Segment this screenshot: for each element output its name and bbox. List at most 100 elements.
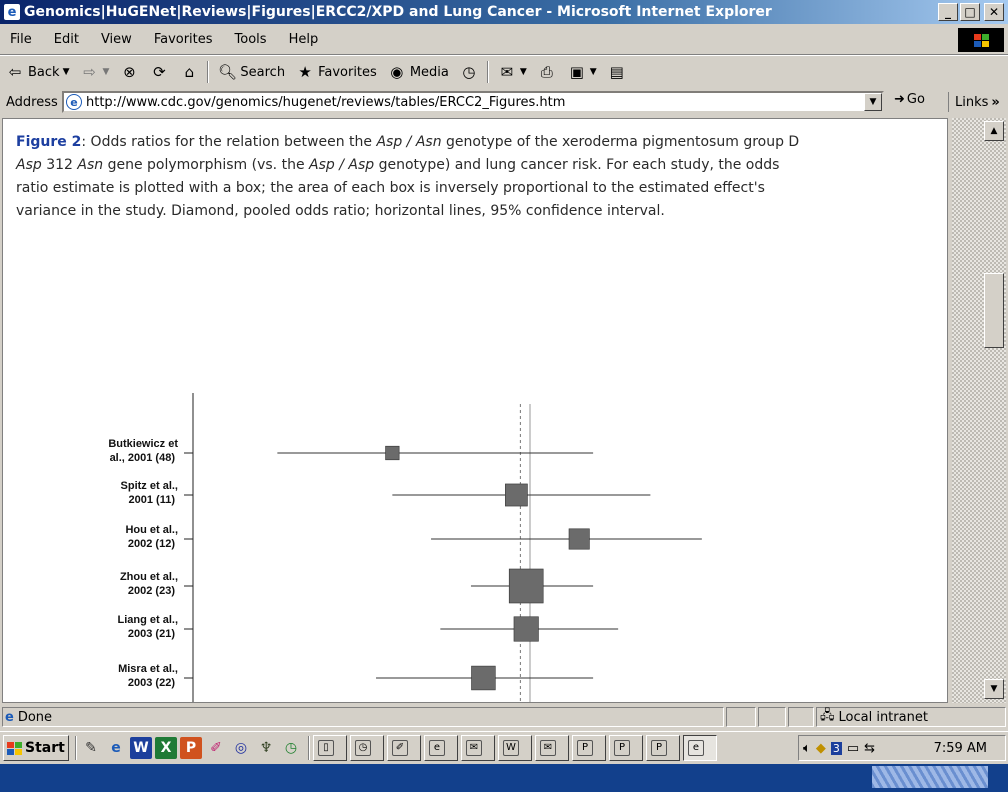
back-arrow-icon: ⇦: [8, 63, 22, 81]
caption-italic: Asn: [77, 157, 104, 173]
links-button[interactable]: Links »: [948, 92, 1000, 112]
start-button[interactable]: Start: [3, 735, 69, 761]
menu-edit[interactable]: Edit: [43, 32, 90, 47]
forward-button[interactable]: ⇨ ▼: [74, 59, 114, 85]
scroll-up-button[interactable]: ▲: [984, 121, 1004, 141]
study-label: al., 2001 (48): [110, 452, 176, 464]
quicklaunch-media-icon[interactable]: ◎: [230, 737, 252, 759]
security-zone: 🖧︎ Local intranet: [816, 707, 1006, 727]
tray-app-icon[interactable]: 3: [830, 741, 842, 755]
study-label: Hou et al.,: [125, 524, 178, 536]
figure-label: Figure 2: [16, 134, 82, 150]
stop-button[interactable]: ⊗: [114, 59, 144, 85]
study-label: 2002 (12): [128, 538, 175, 550]
quicklaunch-ie-icon[interactable]: e: [105, 737, 127, 759]
mail-dropdown-icon[interactable]: ▼: [520, 67, 527, 77]
favorites-button[interactable]: ★ Favorites: [290, 59, 382, 85]
menu-help[interactable]: Help: [278, 32, 330, 47]
print-button[interactable]: ⎙: [532, 59, 562, 85]
search-button[interactable]: 🔍︎ Search: [212, 59, 290, 85]
quicklaunch-clock-icon[interactable]: ◷: [280, 737, 302, 759]
title-bar[interactable]: e Genomics|HuGENet|Reviews|Figures|ERCC2…: [0, 0, 1008, 24]
caption-text: genotype of the xeroderma pigmentosum gr…: [441, 134, 800, 150]
quicklaunch-paint-icon[interactable]: ✐: [205, 737, 227, 759]
quicklaunch-tree-icon[interactable]: ♆: [255, 737, 277, 759]
print-icon: ⎙: [540, 63, 553, 81]
task-button[interactable]: e: [424, 735, 458, 761]
quicklaunch-word-icon[interactable]: W: [130, 737, 152, 759]
search-icon: 🔍︎: [217, 63, 237, 81]
task-button[interactable]: P: [609, 735, 643, 761]
quicklaunch-excel-icon[interactable]: X: [155, 737, 177, 759]
forward-dropdown-icon[interactable]: ▼: [102, 67, 109, 77]
taskbar-separator: [308, 736, 310, 760]
edit-dropdown-icon[interactable]: ▼: [590, 67, 597, 77]
media-button[interactable]: ◉ Media: [382, 59, 454, 85]
address-url[interactable]: http://www.cdc.gov/genomics/hugenet/revi…: [86, 95, 565, 110]
maximize-button[interactable]: □: [960, 3, 980, 21]
refresh-button[interactable]: ⟳: [144, 59, 174, 85]
close-button[interactable]: ✕: [984, 3, 1004, 21]
scroll-down-button[interactable]: ▼: [984, 679, 1004, 699]
forest-plot: Butkiewicz et al., 2001 (48) Spitz et al.,…: [108, 393, 702, 702]
menu-tools[interactable]: Tools: [224, 32, 278, 47]
page-icon: e: [66, 94, 82, 110]
quicklaunch-desktop-icon[interactable]: ✎: [80, 737, 102, 759]
task-button[interactable]: ▯: [313, 735, 347, 761]
forward-arrow-icon: ⇨: [83, 63, 96, 81]
ie-logo-icon: e: [4, 4, 20, 20]
scroll-thumb[interactable]: [984, 273, 1004, 348]
task-button[interactable]: ◷: [350, 735, 384, 761]
address-input[interactable]: e http://www.cdc.gov/genomics/hugenet/re…: [62, 91, 884, 113]
address-dropdown-icon[interactable]: ▼: [864, 93, 882, 111]
go-button[interactable]: ➜ Go: [894, 92, 925, 107]
volume-icon[interactable]: 🔈︎: [803, 741, 811, 756]
network-icon[interactable]: ◆: [816, 741, 826, 756]
task-button[interactable]: ✉: [461, 735, 495, 761]
caption-italic: Asp / Asp: [309, 157, 375, 173]
discuss-button[interactable]: ▤: [602, 59, 632, 85]
quicklaunch-powerpoint-icon[interactable]: P: [180, 737, 202, 759]
task-button[interactable]: P: [572, 735, 606, 761]
chevron-right-icon: »: [991, 94, 1000, 110]
task-button[interactable]: P: [646, 735, 680, 761]
clock[interactable]: 7:59 AM: [934, 741, 987, 756]
mail-button[interactable]: ✉ ▼: [492, 59, 532, 85]
go-arrow-icon: ➜: [894, 92, 905, 107]
study-box: [568, 528, 590, 550]
task-button[interactable]: ✐: [387, 735, 421, 761]
taskbar: Start ✎ e W X P ✐ ◎ ♆ ◷ ▯ ◷ ✐ e ✉ W ✉ P …: [0, 731, 1008, 764]
history-icon: ◷: [462, 63, 476, 81]
caption-text: Odds ratios for the relation between the: [90, 134, 377, 150]
powerpoint-icon: P: [577, 740, 593, 756]
back-button[interactable]: ⇦ Back ▼: [0, 59, 74, 85]
toolbar-separator: [207, 61, 210, 83]
vertical-scrollbar[interactable]: ▲ ▼: [948, 118, 1006, 703]
connection-icon[interactable]: ⇆: [864, 741, 875, 756]
history-button[interactable]: ◷: [454, 59, 484, 85]
address-bar: Address e http://www.cdc.gov/genomics/hu…: [0, 88, 1008, 116]
scroll-track[interactable]: [952, 118, 1006, 703]
desktop-strip: [0, 764, 1008, 792]
study-label: Misra et al.,: [118, 663, 178, 675]
minimize-button[interactable]: _: [938, 3, 958, 21]
task-button[interactable]: W: [498, 735, 532, 761]
status-pane: [726, 707, 756, 727]
study-box: [508, 568, 544, 604]
back-dropdown-icon[interactable]: ▼: [63, 67, 70, 77]
task-button[interactable]: ✉: [535, 735, 569, 761]
study-label: Butkiewicz et: [108, 438, 178, 450]
device-icon: ▯: [318, 740, 334, 756]
disk-icon[interactable]: ▭: [847, 741, 859, 756]
menu-file[interactable]: File: [0, 32, 43, 47]
edit-button[interactable]: ▣ ▼: [562, 59, 602, 85]
menu-favorites[interactable]: Favorites: [143, 32, 224, 47]
powerpoint-icon: P: [651, 740, 667, 756]
refresh-icon: ⟳: [153, 63, 166, 81]
study-box: [471, 665, 496, 691]
back-label: Back: [28, 64, 60, 80]
task-button-active[interactable]: e: [683, 735, 717, 761]
home-button[interactable]: ⌂: [174, 59, 204, 85]
menu-view[interactable]: View: [90, 32, 143, 47]
ie-icon: e: [429, 740, 445, 756]
